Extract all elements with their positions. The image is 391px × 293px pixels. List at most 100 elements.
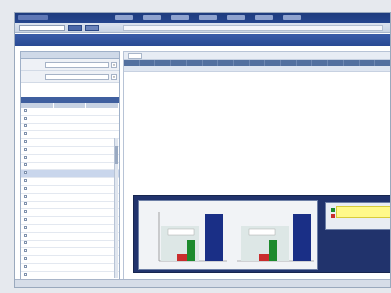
legend-highlight [336, 206, 390, 218]
nav-item-6[interactable] [255, 15, 273, 20]
bar-red[interactable] [177, 254, 187, 261]
row-checkbox[interactable] [21, 225, 29, 232]
nav-item-4[interactable] [199, 15, 217, 20]
nav-item-3[interactable] [171, 15, 189, 20]
list-item[interactable] [21, 162, 119, 171]
bar-navy[interactable] [205, 214, 223, 261]
row-checkbox[interactable] [21, 256, 29, 263]
list-cell [74, 124, 119, 131]
row-checkbox[interactable] [21, 147, 29, 154]
list-item[interactable] [21, 131, 119, 140]
list-item[interactable] [21, 154, 119, 163]
grid-tab[interactable] [128, 53, 142, 59]
list-item[interactable] [21, 217, 119, 225]
row-checkbox[interactable] [21, 272, 29, 279]
toolbar-button-2[interactable] [85, 25, 99, 31]
list-item[interactable] [21, 263, 119, 272]
row-checkbox[interactable] [21, 233, 29, 240]
bar-red[interactable] [259, 254, 269, 261]
nav-item-2[interactable] [143, 15, 161, 20]
grid-toolbar [124, 52, 390, 60]
filter-select[interactable] [45, 61, 109, 68]
left-panel-header [21, 52, 119, 59]
list-cell [29, 209, 74, 216]
row-checkbox[interactable] [21, 209, 29, 216]
row-checkbox[interactable] [21, 186, 29, 193]
row-checkbox[interactable] [21, 248, 29, 255]
list-cell [29, 116, 74, 123]
row-checkbox[interactable] [21, 178, 29, 185]
list-item[interactable] [21, 178, 119, 186]
list-cell [74, 163, 119, 170]
chart-annotation [167, 228, 195, 236]
grid-cell [171, 66, 187, 71]
list-item[interactable] [21, 146, 119, 155]
row-checkbox[interactable] [21, 194, 29, 201]
list-item[interactable] [21, 108, 119, 116]
row-checkbox[interactable] [21, 241, 29, 248]
list-cell [29, 124, 74, 131]
grid-cell [218, 66, 234, 71]
chart-group-2 [237, 214, 314, 262]
grid-cell [250, 66, 266, 71]
row-checkbox[interactable] [21, 131, 29, 138]
list-item[interactable] [21, 224, 119, 233]
list-cell [74, 108, 119, 115]
row-checkbox[interactable] [21, 217, 29, 224]
row-checkbox[interactable] [21, 155, 29, 162]
nav-item-1[interactable] [115, 15, 133, 20]
row-checkbox[interactable] [21, 139, 29, 146]
row-checkbox[interactable] [21, 108, 29, 115]
toolbar-address-field[interactable] [123, 25, 383, 31]
list-item[interactable] [21, 209, 119, 218]
nav-item-5[interactable] [227, 15, 245, 20]
list-item[interactable] [21, 248, 119, 257]
row-checkbox[interactable] [21, 124, 29, 131]
list-cell [74, 225, 119, 232]
list-item[interactable] [21, 139, 119, 147]
list-scrollbar[interactable] [114, 138, 118, 278]
list-item[interactable] [21, 170, 119, 179]
list-item[interactable] [21, 256, 119, 264]
grid-cell [312, 66, 328, 71]
row-checkbox[interactable] [21, 202, 29, 209]
toolbar-button-1[interactable] [68, 25, 82, 31]
list-item[interactable] [21, 240, 119, 249]
row-checkbox[interactable] [21, 170, 29, 177]
list-cell [29, 186, 74, 193]
list-cell [29, 108, 74, 115]
scrollbar-thumb[interactable] [115, 146, 118, 164]
list-item[interactable] [21, 115, 119, 124]
chevron-down-icon[interactable]: ▾ [111, 73, 117, 80]
grid-empty-area [124, 72, 390, 182]
list-item[interactable] [21, 123, 119, 132]
row-checkbox[interactable] [21, 163, 29, 170]
list-cell [74, 170, 119, 177]
filter-select[interactable] [45, 73, 109, 80]
chevron-down-icon[interactable]: ▾ [111, 61, 117, 68]
list-item[interactable] [21, 232, 119, 241]
legend-item-red [328, 212, 335, 220]
list-item[interactable] [21, 193, 119, 202]
bar-green[interactable] [187, 240, 195, 261]
bar-chart [158, 212, 314, 262]
list-cell [29, 217, 74, 224]
bar-green[interactable] [269, 240, 277, 261]
list-item[interactable] [21, 201, 119, 210]
list-item[interactable] [21, 185, 119, 194]
list-cell [74, 155, 119, 162]
app-logo [18, 15, 48, 20]
item-list [21, 108, 119, 287]
bar-navy[interactable] [293, 214, 311, 261]
view-select[interactable] [19, 25, 65, 31]
legend-swatch [331, 214, 335, 218]
row-checkbox[interactable] [21, 264, 29, 271]
list-cell [29, 241, 74, 248]
list-cell [74, 139, 119, 146]
row-checkbox[interactable] [21, 116, 29, 123]
list-cell [74, 178, 119, 185]
toolbar [15, 23, 390, 33]
nav-item-7[interactable] [283, 15, 301, 20]
list-cell [74, 248, 119, 255]
list-cell [29, 272, 74, 279]
